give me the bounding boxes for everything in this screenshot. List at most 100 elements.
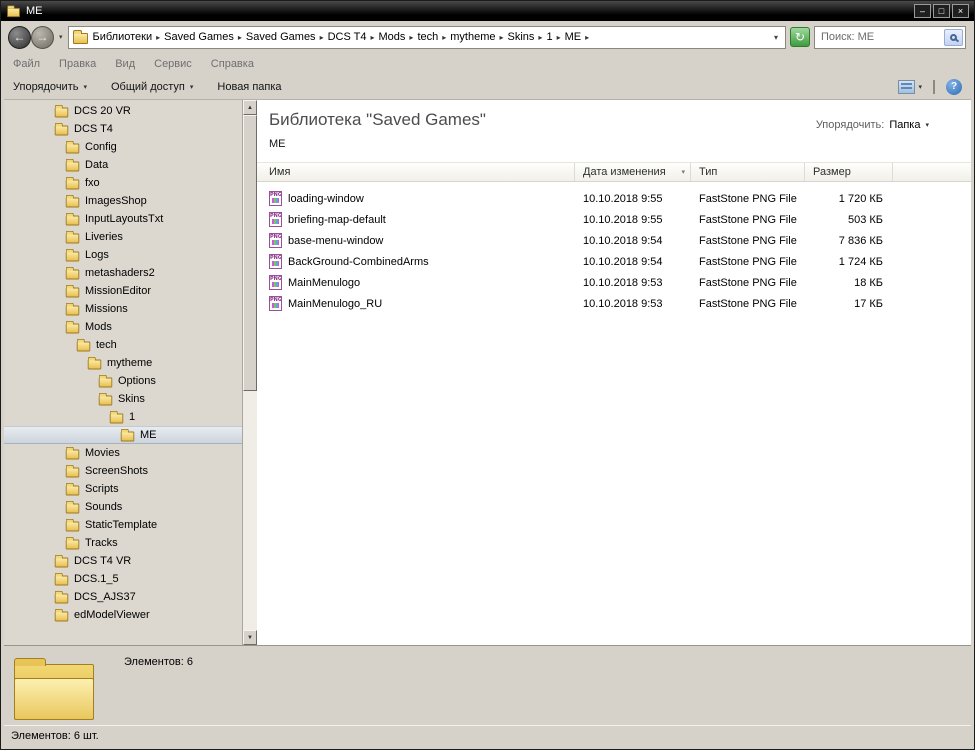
menu-item-2[interactable]: Вид	[115, 58, 135, 70]
breadcrumb-item-4[interactable]: Mods	[376, 31, 409, 43]
titlebar[interactable]: ME – □ ×	[1, 1, 974, 21]
column-header-0[interactable]: Имя	[257, 163, 575, 181]
breadcrumb-item-5[interactable]: tech	[414, 31, 441, 43]
breadcrumb-item-6[interactable]: mytheme	[447, 31, 498, 43]
maximize-button[interactable]: □	[933, 4, 950, 18]
scrollbar-thumb[interactable]	[243, 115, 257, 391]
tree-item-1[interactable]: DCS T4	[4, 120, 242, 138]
views-button[interactable]: ▾	[898, 79, 922, 94]
tree-item-20[interactable]: ScreenShots	[4, 462, 242, 480]
tree-item-2[interactable]: Config	[4, 138, 242, 156]
breadcrumb-item-7[interactable]: Skins	[505, 31, 538, 43]
toolbar-button-label: Общий доступ	[110, 80, 185, 93]
toolbar-dropdown-icon[interactable]: ▾	[190, 83, 194, 91]
arrange-by-control[interactable]: Упорядочить: Папка ▾	[816, 119, 929, 131]
tree-item-24[interactable]: Tracks	[4, 534, 242, 552]
tree-item-10[interactable]: MissionEditor	[4, 282, 242, 300]
tree-item-25[interactable]: DCS T4 VR	[4, 552, 242, 570]
toolbar-dropdown-icon[interactable]: ▾	[83, 83, 87, 91]
file-row-2[interactable]: base-menu-window 10.10.2018 9:54 FastStone…	[257, 230, 971, 251]
file-row-1[interactable]: briefing-map-default 10.10.2018 9:55 FastS…	[257, 209, 971, 230]
views-dropdown-icon[interactable]: ▾	[918, 83, 922, 91]
breadcrumb-item-9[interactable]: ME	[562, 31, 585, 43]
tree-item-0[interactable]: DCS 20 VR	[4, 102, 242, 120]
column-header-3[interactable]: Размер	[805, 163, 893, 181]
tree-item-18[interactable]: ME	[4, 426, 242, 444]
nav-history-dropdown-icon[interactable]: ▾	[58, 33, 64, 41]
tree-item-15[interactable]: Options	[4, 372, 242, 390]
breadcrumb-item-1[interactable]: Saved Games	[161, 31, 237, 43]
close-button[interactable]: ×	[952, 4, 969, 18]
tree-item-22[interactable]: Sounds	[4, 498, 242, 516]
arrange-dropdown-icon[interactable]: ▾	[925, 121, 929, 129]
search-button[interactable]	[944, 28, 963, 46]
tree-item-12[interactable]: Mods	[4, 318, 242, 336]
arrange-value[interactable]: Папка	[889, 119, 920, 131]
tree-item-3[interactable]: Data	[4, 156, 242, 174]
back-button[interactable]: ←	[8, 25, 31, 49]
scroll-up-icon[interactable]: ▲	[243, 100, 257, 115]
address-dropdown-icon[interactable]: ▾	[771, 33, 781, 42]
tree-item-28[interactable]: edModelViewer	[4, 606, 242, 624]
tree-item-26[interactable]: DCS.1_5	[4, 570, 242, 588]
toolbar-button-2[interactable]: Новая папка	[217, 81, 281, 93]
menu-item-3[interactable]: Сервис	[154, 58, 192, 70]
menu-item-1[interactable]: Правка	[59, 58, 96, 70]
tree-item-16[interactable]: Skins	[4, 390, 242, 408]
breadcrumb-item-2[interactable]: Saved Games	[243, 31, 319, 43]
tree-item-7[interactable]: Liveries	[4, 228, 242, 246]
file-row-3[interactable]: BackGround-CombinedArms 10.10.2018 9:54 Fa…	[257, 251, 971, 272]
column-header-2[interactable]: Тип	[691, 163, 805, 181]
tree-item-label: DCS T4	[74, 123, 113, 135]
breadcrumb-item-0[interactable]: Библиотеки	[90, 31, 156, 43]
refresh-button[interactable]: ↻	[790, 27, 810, 47]
tree-item-14[interactable]: mytheme	[4, 354, 242, 372]
search-box[interactable]: Поиск: ME	[814, 25, 966, 49]
tree-item-11[interactable]: Missions	[4, 300, 242, 318]
help-button[interactable]: ?	[946, 78, 962, 95]
tree-item-13[interactable]: tech	[4, 336, 242, 354]
tree-item-label: Data	[85, 159, 109, 171]
tree-item-4[interactable]: fxo	[4, 174, 242, 192]
file-name: MainMenulogo_RU	[288, 297, 383, 310]
sort-arrow-icon[interactable]: ▾	[681, 168, 685, 176]
breadcrumb-item-3[interactable]: DCS T4	[325, 31, 370, 43]
tree-item-9[interactable]: metashaders2	[4, 264, 242, 282]
details-folder-icon	[12, 650, 100, 724]
file-date: 10.10.2018 9:53	[583, 297, 663, 310]
folder-icon	[54, 104, 69, 118]
forward-button[interactable]: →	[31, 25, 54, 49]
tree-item-21[interactable]: Scripts	[4, 480, 242, 498]
menu-item-4[interactable]: Справка	[211, 58, 254, 70]
menu-item-0[interactable]: Файл	[13, 58, 40, 70]
minimize-button[interactable]: –	[914, 4, 931, 18]
file-row-5[interactable]: MainMenulogo_RU 10.10.2018 9:53 FastStone …	[257, 293, 971, 314]
tree-item-17[interactable]: 1	[4, 408, 242, 426]
tree-item-6[interactable]: InputLayoutsTxt	[4, 210, 242, 228]
tree-item-19[interactable]: Movies	[4, 444, 242, 462]
breadcrumb-arrow-icon[interactable]: ▸	[584, 33, 590, 42]
file-row-4[interactable]: MainMenulogo 10.10.2018 9:53 FastStone PNG…	[257, 272, 971, 293]
folder-icon	[65, 158, 80, 172]
file-name-cell: briefing-map-default	[257, 209, 575, 230]
tree-scrollbar[interactable]: ▲ ▼	[242, 100, 257, 645]
toolbar-button-0[interactable]: Упорядочить ▾	[13, 81, 87, 93]
tree-item-label: ScreenShots	[85, 465, 148, 477]
tree-item-8[interactable]: Logs	[4, 246, 242, 264]
breadcrumb-item-8[interactable]: 1	[543, 31, 555, 43]
folder-icon	[65, 320, 80, 334]
file-name: briefing-map-default	[288, 213, 386, 226]
toolbar-button-1[interactable]: Общий доступ ▾	[111, 81, 193, 93]
tree-item-5[interactable]: ImagesShop	[4, 192, 242, 210]
scroll-down-icon[interactable]: ▼	[243, 630, 257, 645]
preview-pane-button[interactable]	[933, 79, 935, 94]
folder-icon	[65, 176, 80, 190]
file-row-0[interactable]: loading-window 10.10.2018 9:55 FastStone P…	[257, 188, 971, 209]
folder-icon	[65, 518, 80, 532]
address-bar[interactable]: Библиотеки ▸ Saved Games ▸ Saved Games ▸ DCS T…	[67, 25, 786, 49]
tree-item-27[interactable]: DCS_AJS37	[4, 588, 242, 606]
tree-item-23[interactable]: StaticTemplate	[4, 516, 242, 534]
toolbar-right: ▾ ?	[898, 78, 962, 95]
column-header-1[interactable]: Дата изменения ▾	[575, 163, 691, 181]
search-input[interactable]: Поиск: ME	[821, 31, 944, 43]
